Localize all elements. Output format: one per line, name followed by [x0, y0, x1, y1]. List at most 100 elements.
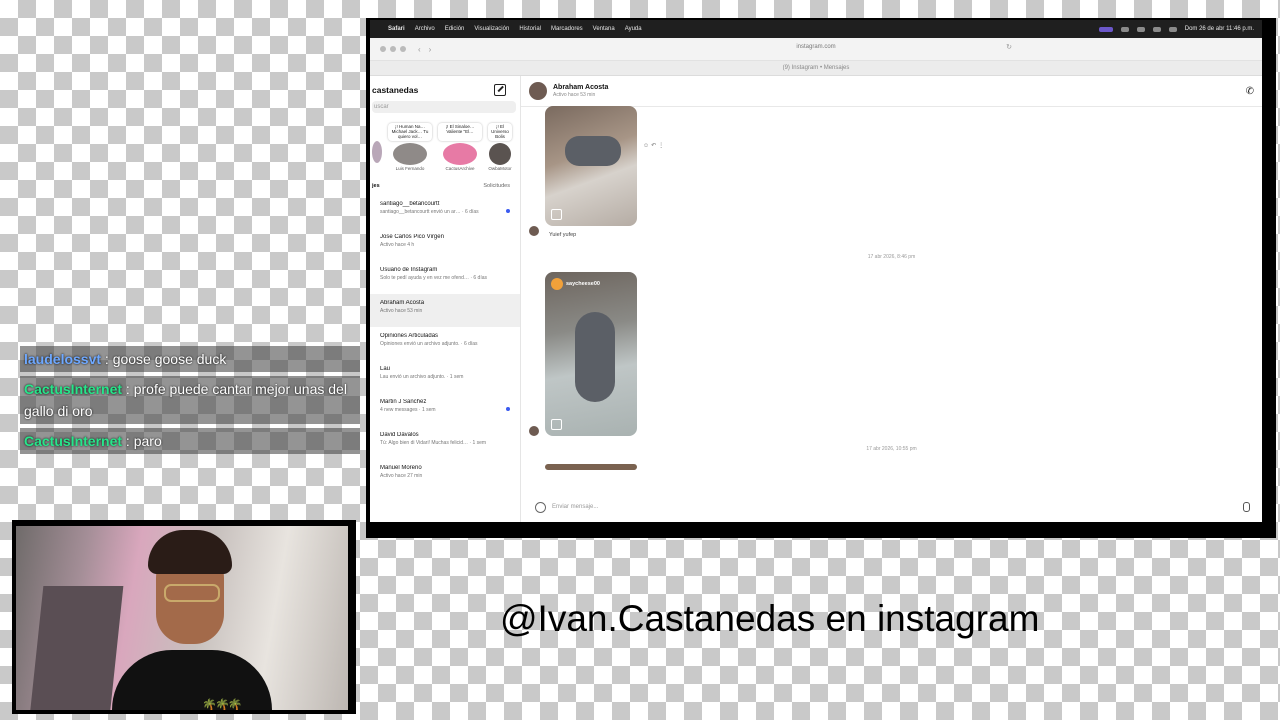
search-input[interactable]: uscar [372, 101, 516, 113]
inbox-sidebar: castanedas uscar ¡! Human Na… Michael Ja… [370, 76, 521, 522]
conversation-item[interactable]: santiago__betancourtt santiago__betancou… [370, 195, 520, 228]
reload-icon[interactable]: ↻ [1006, 43, 1012, 51]
shared-reel-2[interactable]: saycheese00 [545, 272, 637, 436]
chat-username: laudelossvt [24, 351, 102, 367]
tab-instagram[interactable]: (9) Instagram • Mensajes [370, 61, 1262, 76]
stream-caption: @Ivan.Castanedas en instagram [500, 598, 1040, 639]
timestamp: 17 abr 2026, 8:46 pm [867, 254, 916, 260]
address-bar[interactable]: instagram.com [796, 44, 835, 50]
streamer-hair [148, 530, 232, 574]
conversation-name: Usuario de Instagram [380, 267, 438, 273]
chat-username: CactusInternet [24, 381, 123, 397]
microphone-icon[interactable] [1243, 502, 1250, 512]
contact-status: Activo hace 53 min [553, 92, 596, 98]
tray-app-icon[interactable] [1098, 26, 1113, 32]
conversation-item[interactable]: Jose Carlos Pico Virgen Activo hace 4 h [370, 228, 520, 261]
conversation-list: santiago__betancourtt santiago__betancou… [370, 195, 520, 492]
conversation-item-active[interactable]: Abraham Acosta Activo hace 53 min [370, 294, 520, 327]
conversation-preview: Activo hace 53 min [380, 308, 423, 314]
conversation-preview: Solo te pedí ayuda y en vez me ofend… · … [380, 275, 488, 281]
story-name: CactusArchive [445, 166, 475, 171]
conversation-name: Abraham Acosta [380, 300, 425, 306]
stream-chat-overlay: laudelossvt : goose goose duck CactusInt… [20, 346, 360, 458]
conversation-name: Martin J Sanchez [380, 399, 427, 405]
chat-message: laudelossvt : goose goose duck [20, 346, 360, 372]
conversation-preview: santiago__betancourtt envió un ar… · 6 d… [380, 209, 479, 215]
new-message-icon[interactable] [494, 84, 506, 96]
minimize-window-button[interactable] [390, 46, 396, 52]
timestamp: 17 abr 2026, 10:55 pm [866, 446, 917, 452]
menu-visualizacion[interactable]: Visualización [474, 26, 509, 32]
contact-avatar[interactable] [529, 82, 547, 100]
window-controls [370, 46, 406, 52]
status-tray: Dom 26 de abr 11:46 p.m. [1098, 26, 1254, 32]
shared-reel-1[interactable] [545, 106, 637, 226]
wifi-icon[interactable] [1168, 26, 1177, 32]
conversation-name: Manuel Moreno [380, 465, 422, 471]
screen-share-window: Safari Archivo Edición Visualización His… [366, 18, 1276, 538]
tray-icon[interactable] [1136, 26, 1145, 32]
conversation-name: Opiniones Articuladas [380, 333, 439, 339]
forward-arrow-icon[interactable]: › [429, 45, 432, 54]
close-window-button[interactable] [380, 46, 386, 52]
browser-toolbar: ‹ › instagram.com ↻ [370, 38, 1262, 61]
menu-ventana[interactable]: Ventana [593, 26, 615, 32]
conversation-item[interactable]: Lau Lau envió un archivo adjunto. · 1 se… [370, 360, 520, 393]
glasses [164, 584, 220, 602]
browser-window: Safari Archivo Edición Visualización His… [370, 20, 1262, 522]
chat-pane: Abraham Acosta Activo hace 53 min ✆ ☺↶⋮ … [521, 76, 1262, 522]
webcam-feed: 🌴🌴🌴 [12, 520, 356, 714]
phone-icon[interactable]: ✆ [1246, 86, 1254, 97]
menu-historial[interactable]: Historial [519, 26, 541, 32]
account-switcher[interactable]: castanedas [372, 85, 418, 95]
conversation-preview: Opiniones envió un archivo adjunto. · 6 … [380, 341, 478, 347]
conversation-name: David Dávalos [380, 432, 419, 438]
dog-image [575, 312, 615, 402]
message-actions[interactable]: ☺↶⋮ [643, 142, 666, 149]
menu-archivo[interactable]: Archivo [415, 26, 435, 32]
contact-name[interactable]: Abraham Acosta [553, 84, 608, 91]
shared-media-3[interactable] [545, 464, 637, 470]
story-avatar [489, 143, 511, 165]
conversation-item[interactable]: Opiniones Articuladas Opiniones envió un… [370, 327, 520, 360]
story-item[interactable] [372, 123, 382, 179]
story-note: ¡! El Universo Bolis [488, 123, 512, 141]
conversation-name: santiago__betancourtt [380, 201, 440, 207]
zoom-window-button[interactable] [400, 46, 406, 52]
story-avatar [443, 143, 477, 165]
reel-icon [551, 209, 562, 220]
conversation-preview: Activo hace 27 min [380, 473, 423, 479]
post-author-avatar [551, 278, 563, 290]
requests-link[interactable]: Solicitudes [483, 183, 510, 189]
conversation-preview: Lau envió un archivo adjunto. · 1 sem [380, 374, 464, 380]
battery-icon[interactable] [1152, 26, 1161, 32]
conversation-preview: Tú: Algo bien di Vidari! Muchas felicid…… [380, 440, 487, 446]
conversation-item[interactable]: Usuario de Instagram Solo te pedí ayuda … [370, 261, 520, 294]
menu-safari[interactable]: Safari [388, 26, 405, 32]
conversation-item[interactable]: Martin J Sanchez 4 new messages · 1 sem [370, 393, 520, 426]
back-arrow-icon[interactable]: ‹ [418, 45, 421, 54]
menu-marcadores[interactable]: Marcadores [551, 26, 583, 32]
message-composer[interactable]: Enviar mensaje... [527, 500, 1256, 514]
story-item[interactable]: ¡! Human Na… Michael Jack… Tu quiero vol… [388, 123, 432, 179]
emoji-icon[interactable] [535, 501, 546, 513]
menu-ayuda[interactable]: Ayuda [625, 26, 642, 32]
story-item[interactable]: ¡! El Sinaloe… Valiente "El… CactusArchi… [438, 123, 482, 179]
sender-avatar [529, 226, 539, 236]
chat-message: CactusInternet : paro [20, 428, 360, 454]
tray-icon[interactable] [1120, 26, 1129, 32]
menubar-clock[interactable]: Dom 26 de abr 11:46 p.m. [1185, 26, 1254, 32]
menu-edicion[interactable]: Edición [445, 26, 465, 32]
macos-menubar: Safari Archivo Edición Visualización His… [370, 20, 1262, 38]
streamer-body [112, 650, 272, 710]
post-author[interactable]: saycheese00 [551, 278, 600, 290]
message-text: Yuief yufep [549, 232, 577, 238]
conversation-item[interactable]: Manuel Moreno Activo hace 27 min [370, 459, 520, 492]
unread-indicator [506, 407, 510, 411]
palm-tree-icon: 🌴🌴🌴 [202, 698, 243, 710]
story-item[interactable]: ¡! El Universo Bolis OwbaMotor [488, 123, 512, 179]
conversation-name: Lau [380, 366, 391, 372]
conversation-item[interactable]: David Dávalos Tú: Algo bien di Vidari! M… [370, 426, 520, 459]
message-input[interactable]: Enviar mensaje... [552, 504, 598, 510]
chat-text: goose goose duck [112, 351, 227, 367]
